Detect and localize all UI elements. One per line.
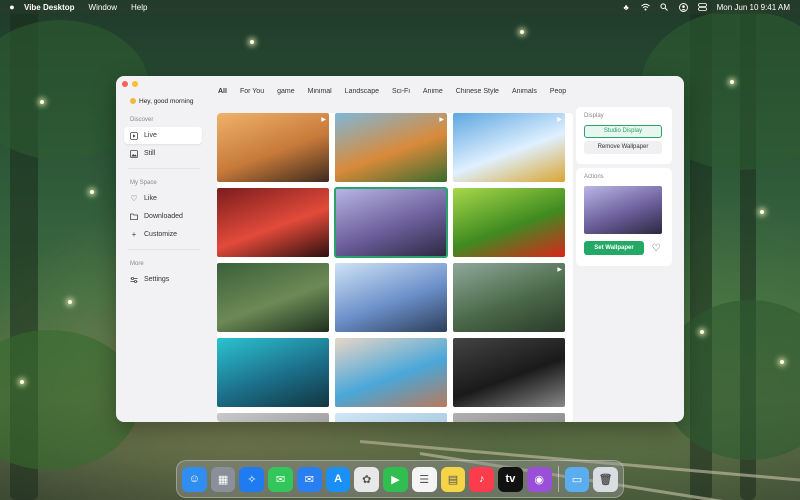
wallpaper-thumbnail[interactable] xyxy=(453,188,565,257)
tab-all[interactable]: All xyxy=(218,88,227,95)
category-tabs: All For You game Minimal Landscape Sci-F… xyxy=(218,88,574,95)
greeting-text: Hey, good morning xyxy=(139,97,194,105)
main-content: All For You game Minimal Landscape Sci-F… xyxy=(212,76,574,422)
app-window: Hey, good morning Discover Live Still My… xyxy=(116,76,684,422)
sidebar-item-still[interactable]: Still xyxy=(124,145,202,162)
control-center-icon[interactable] xyxy=(697,3,707,12)
actions-card: Actions Set Wallpaper ♡ xyxy=(576,168,672,266)
wallpaper-thumbnail[interactable]: ▶ xyxy=(453,263,565,332)
remove-wallpaper-button[interactable]: Remove Wallpaper xyxy=(584,141,662,154)
tab-landscape[interactable]: Landscape xyxy=(345,88,379,95)
music-icon[interactable]: ♪ xyxy=(469,466,495,492)
sidebar-item-like[interactable]: ♡ Like xyxy=(124,190,202,207)
wallpaper-thumbnail[interactable] xyxy=(217,338,329,407)
favorite-heart-icon[interactable]: ♡ xyxy=(650,242,662,254)
studio-display-button[interactable]: Studio Display xyxy=(584,125,662,138)
greeting: Hey, good morning xyxy=(116,96,208,106)
sidebar-item-customize[interactable]: + Customize xyxy=(124,226,202,243)
wallpaper-thumbnail[interactable] xyxy=(217,263,329,332)
tab-for-you[interactable]: For You xyxy=(240,88,264,95)
launchpad-icon[interactable]: ▦ xyxy=(210,466,236,492)
menu-help[interactable]: Help xyxy=(131,3,147,12)
dock-separator xyxy=(557,466,559,492)
tab-game[interactable]: game xyxy=(277,88,295,95)
reminders-icon[interactable]: ☰ xyxy=(411,466,437,492)
sidebar-item-label: Like xyxy=(144,195,157,202)
wallpaper-thumbnail[interactable] xyxy=(334,187,448,258)
heart-icon: ♡ xyxy=(130,194,138,203)
messages-icon[interactable]: ✉ xyxy=(268,466,293,492)
actions-label: Actions xyxy=(584,174,604,180)
photos-icon[interactable]: ✿ xyxy=(354,466,380,492)
tab-anime[interactable]: Anime xyxy=(423,88,443,95)
search-icon[interactable] xyxy=(660,3,669,12)
right-panel: Display Studio Display Remove Wallpaper … xyxy=(576,107,672,266)
user-icon[interactable] xyxy=(678,2,688,12)
sidebar-divider xyxy=(128,168,200,169)
downloads-folder-icon[interactable]: ▭ xyxy=(564,466,590,492)
tab-people[interactable]: Peop xyxy=(550,88,566,95)
folder-icon xyxy=(130,213,138,221)
selected-wallpaper-preview xyxy=(584,186,662,234)
wifi-icon[interactable] xyxy=(640,3,650,12)
sidebar: Hey, good morning Discover Live Still My… xyxy=(116,76,208,422)
live-video-icon: ▶ xyxy=(439,117,444,123)
app-status-icon[interactable]: ♣ xyxy=(622,3,631,12)
wallpaper-thumbnail[interactable] xyxy=(335,413,447,422)
wallpaper-thumbnail[interactable] xyxy=(217,413,329,422)
wallpaper-thumbnail[interactable] xyxy=(335,263,447,332)
section-label-discover: Discover xyxy=(130,117,154,123)
image-icon xyxy=(130,149,138,158)
sidebar-item-downloaded[interactable]: Downloaded xyxy=(124,208,202,225)
trash-icon[interactable]: 🗑 xyxy=(593,466,618,492)
sidebar-item-label: Live xyxy=(144,132,157,139)
display-label: Display xyxy=(584,113,604,119)
wallpaper-thumbnail[interactable]: ▶ xyxy=(453,113,565,182)
section-label-more: More xyxy=(130,261,144,267)
action-row: Set Wallpaper ♡ xyxy=(584,241,664,255)
live-video-icon: ▶ xyxy=(321,117,326,123)
tab-animals[interactable]: Animals xyxy=(512,88,537,95)
sidebar-item-live[interactable]: Live xyxy=(124,127,202,144)
app-name-menu[interactable]: Vibe Desktop xyxy=(24,3,75,12)
tab-minimal[interactable]: Minimal xyxy=(308,88,332,95)
safari-icon[interactable]: ✧ xyxy=(239,466,265,492)
dock: ☺ ▦ ✧ ✉ ✉ A ✿ ▶ ☰ ▤ ♪ tv ◉ ▭ 🗑 xyxy=(176,460,624,498)
mail-icon[interactable]: ✉ xyxy=(296,466,322,492)
finder-icon[interactable]: ☺ xyxy=(182,466,207,492)
facetime-icon[interactable]: ▶ xyxy=(383,466,408,492)
live-video-icon: ▶ xyxy=(557,267,562,273)
wallpaper-grid: ▶ ▶ ▶ ▶ xyxy=(217,113,573,422)
tv-icon[interactable]: tv xyxy=(498,466,523,492)
wallpaper-thumbnail[interactable] xyxy=(335,338,447,407)
wallpaper-thumbnail[interactable] xyxy=(217,188,329,257)
live-video-icon: ▶ xyxy=(557,117,562,123)
podcasts-icon[interactable]: ◉ xyxy=(526,466,552,492)
sidebar-divider xyxy=(128,249,200,250)
app-store-icon[interactable]: A xyxy=(325,466,351,492)
sidebar-item-label: Downloaded xyxy=(144,213,183,220)
display-card: Display Studio Display Remove Wallpaper xyxy=(576,107,672,164)
set-wallpaper-button[interactable]: Set Wallpaper xyxy=(584,241,644,255)
section-label-myspace: My Space xyxy=(130,180,157,186)
sidebar-item-label: Settings xyxy=(144,276,170,283)
tab-chinese-style[interactable]: Chinese Style xyxy=(456,88,499,95)
wallpaper-thumbnail[interactable]: ▶ xyxy=(335,113,447,182)
sidebar-item-label: Still xyxy=(144,150,156,157)
wallpaper-thumbnail[interactable] xyxy=(453,413,565,422)
wallpaper-thumbnail[interactable]: ▶ xyxy=(217,113,329,182)
apple-menu-icon[interactable]: ● xyxy=(0,2,24,12)
menu-window[interactable]: Window xyxy=(89,3,117,12)
menu-bar-clock[interactable]: Mon Jun 10 9:41 AM xyxy=(717,3,790,12)
sliders-icon xyxy=(130,276,138,284)
plus-icon: + xyxy=(131,230,137,239)
sidebar-item-label: Customize xyxy=(144,231,178,238)
tab-sci-fi[interactable]: Sci-Fi xyxy=(392,88,410,95)
sun-icon xyxy=(130,98,136,104)
menu-bar: ● Vibe Desktop Window Help ♣ Mon Jun 10 … xyxy=(0,0,800,14)
play-icon xyxy=(130,131,138,140)
notes-icon[interactable]: ▤ xyxy=(440,466,466,492)
wallpaper-thumbnail[interactable] xyxy=(453,338,565,407)
sidebar-item-settings[interactable]: Settings xyxy=(124,271,202,288)
